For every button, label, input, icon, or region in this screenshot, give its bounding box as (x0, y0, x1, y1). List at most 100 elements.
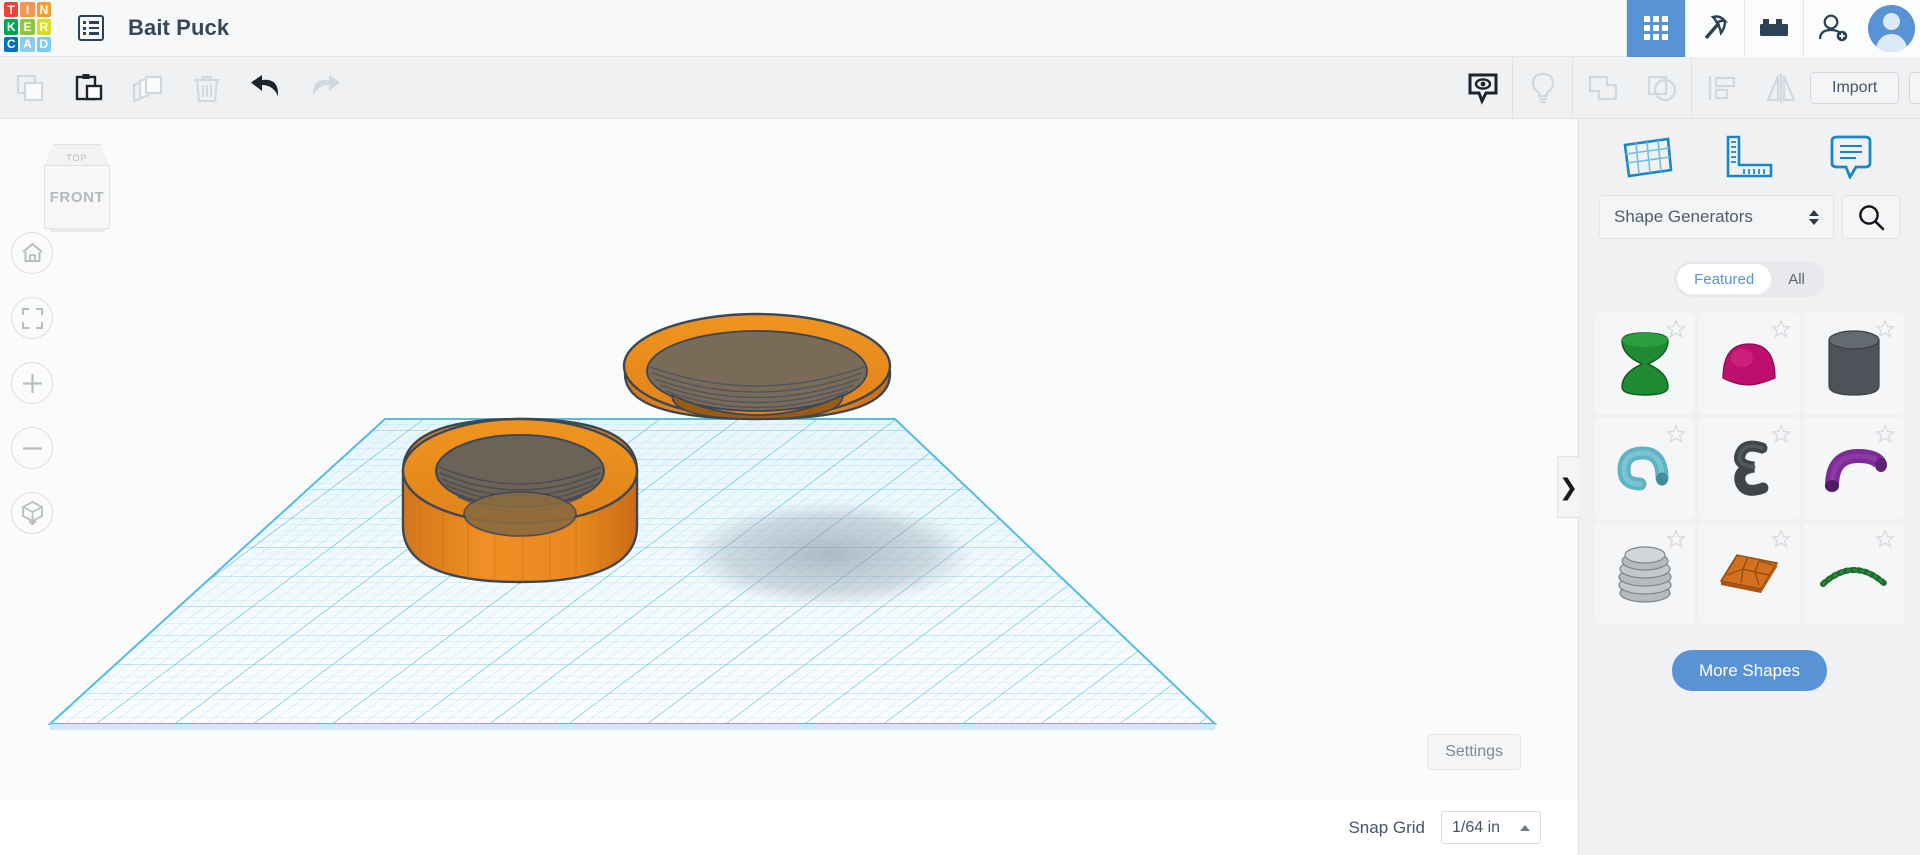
gallery-grid-icon[interactable] (1626, 0, 1685, 57)
workplane-glyph (1623, 137, 1673, 178)
mirror-icon[interactable] (1751, 57, 1810, 119)
trash-glyph (193, 75, 220, 102)
home-glyph (21, 242, 43, 262)
elbow-pipe-thumb (1824, 448, 1887, 492)
favorite-star-icon[interactable] (1770, 529, 1791, 549)
redo-icon[interactable] (295, 57, 354, 119)
c-tube-shape-thumb (1617, 445, 1669, 490)
copy-icon[interactable] (0, 57, 59, 119)
file-actions: Import Export Send To (1810, 71, 1920, 104)
view-cube-shadow (50, 228, 105, 232)
settings-button[interactable]: Settings (1427, 734, 1521, 770)
hourglass-shape-thumb (1621, 331, 1669, 396)
more-shapes-wrap: More Shapes (1579, 650, 1920, 691)
shape-cracked-tile[interactable] (1699, 523, 1800, 624)
logo-letter: I (20, 2, 35, 18)
delete-icon[interactable] (177, 57, 236, 119)
list-line (88, 21, 99, 24)
chevron-up-icon (1520, 824, 1530, 831)
search-icon[interactable] (1842, 195, 1900, 239)
show-hide-icon[interactable] (1453, 57, 1512, 119)
shape-cylinder[interactable] (1803, 313, 1904, 414)
dome-shape-thumb (1722, 342, 1777, 386)
view-cube[interactable]: TOP FRONT (38, 144, 116, 232)
import-button[interactable]: Import (1810, 71, 1900, 104)
duplicate-icon[interactable] (118, 57, 177, 119)
library-selector-row: Shape Generators (1579, 195, 1920, 239)
duplicate-glyph (132, 75, 162, 103)
shape-elbow-pipe[interactable] (1803, 418, 1904, 519)
object-threaded-base[interactable] (401, 417, 639, 584)
panel-tool-icons (1579, 119, 1920, 195)
shape-stacked-discs[interactable] (1595, 523, 1696, 624)
logo-letter: N (36, 2, 51, 18)
copy-glyph (16, 74, 43, 101)
add-user-icon[interactable] (1803, 0, 1862, 57)
mirror-glyph (1765, 72, 1796, 103)
tinkercad-logo[interactable]: T I N K E R C A D (0, 0, 55, 56)
logo-letter: A (20, 36, 35, 52)
shape-spiral-epsilon[interactable] (1699, 418, 1800, 519)
more-shapes-button[interactable]: More Shapes (1671, 650, 1828, 691)
view-navigation-controls (11, 232, 53, 534)
view-cube-top-face[interactable]: TOP (44, 144, 110, 166)
favorite-star-icon[interactable] (1770, 319, 1791, 339)
design-canvas[interactable]: Workplane TOP FRONT (0, 119, 1578, 855)
shape-curved-tube-c[interactable] (1595, 418, 1696, 519)
panel-collapse-button[interactable]: ❯ (1557, 456, 1579, 518)
ruler-glyph (1727, 135, 1773, 178)
snap-grid-value: 1/64 in (1452, 818, 1501, 836)
shape-hourglass-cylinder[interactable] (1595, 313, 1696, 414)
favorite-star-icon[interactable] (1875, 529, 1895, 549)
undo-icon[interactable] (236, 57, 295, 119)
fit-to-view-icon[interactable] (11, 297, 53, 339)
ruler-icon[interactable] (1718, 128, 1780, 186)
ungroup-icon[interactable] (1632, 57, 1691, 119)
paste-icon[interactable] (59, 57, 118, 119)
history-tools (236, 57, 354, 119)
page-title[interactable]: Bait Puck (128, 15, 229, 41)
favorite-star-icon[interactable] (1666, 319, 1687, 339)
list-icon[interactable] (78, 15, 104, 41)
avatar-image (1867, 4, 1915, 52)
object-threaded-lid[interactable] (622, 312, 892, 421)
shape-dotted-arc[interactable] (1803, 523, 1904, 624)
lego-brick-icon[interactable] (1744, 0, 1803, 57)
shape-dome[interactable] (1699, 313, 1800, 414)
favorite-star-icon[interactable] (1770, 424, 1791, 444)
group-icon[interactable] (1573, 57, 1632, 119)
undo-glyph (250, 74, 278, 96)
workplane-3d-scene[interactable] (0, 119, 1578, 855)
favorite-star-icon[interactable] (1875, 319, 1895, 339)
shapes-panel: ❯ Shape Generators Featured All More Sha… (1557, 119, 1920, 855)
fit-view-glyph (21, 307, 43, 329)
favorite-star-icon[interactable] (1666, 529, 1687, 549)
tab-all[interactable]: All (1771, 264, 1822, 294)
workplane-icon[interactable] (1617, 128, 1679, 186)
snap-grid-select[interactable]: 1/64 in (1441, 811, 1541, 844)
export-button[interactable]: Export (1909, 71, 1920, 104)
topbar-right-group (1626, 0, 1920, 57)
logo-letter: R (36, 19, 51, 35)
align-icon[interactable] (1692, 57, 1751, 119)
perspective-toggle-icon[interactable] (11, 492, 53, 534)
avatar[interactable] (1862, 0, 1920, 57)
note-icon[interactable] (1820, 128, 1882, 186)
logo-letter: K (4, 19, 19, 35)
pickaxe-icon[interactable] (1685, 0, 1744, 57)
stacked-discs-thumb (1618, 545, 1672, 603)
snap-grid-bar: Snap Grid 1/64 in (0, 800, 1578, 855)
redo-glyph (312, 74, 340, 96)
tab-featured[interactable]: Featured (1677, 264, 1772, 294)
home-view-icon[interactable] (11, 232, 53, 274)
view-cube-front-face[interactable]: FRONT (44, 165, 110, 229)
favorite-star-icon[interactable] (1875, 424, 1895, 444)
zoom-in-icon[interactable] (11, 362, 53, 404)
zoom-out-icon[interactable] (11, 427, 53, 469)
library-select[interactable]: Shape Generators (1599, 195, 1834, 239)
favorite-star-icon[interactable] (1666, 424, 1687, 444)
lightbulb-icon[interactable] (1513, 57, 1572, 119)
show-hide-glyph (1468, 73, 1497, 105)
object-tools (1453, 56, 1810, 119)
snap-grid-label: Snap Grid (1348, 817, 1425, 837)
